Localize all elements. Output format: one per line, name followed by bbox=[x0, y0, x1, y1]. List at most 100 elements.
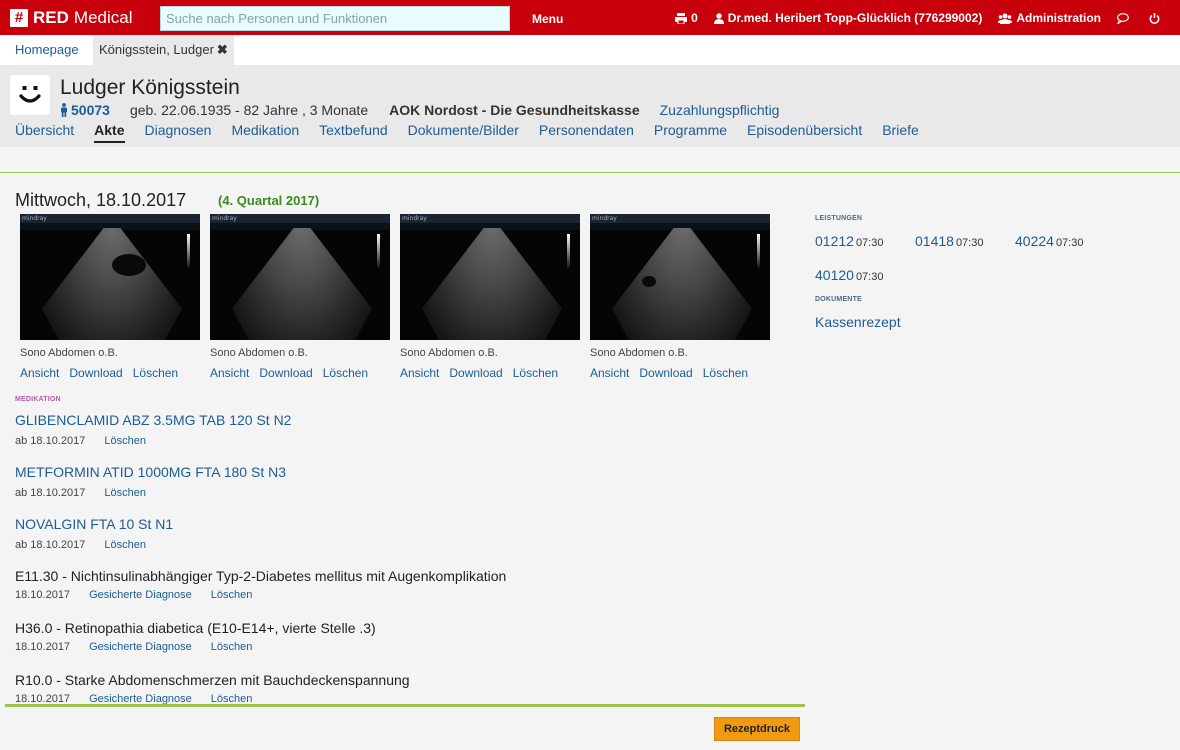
view-link[interactable]: Ansicht bbox=[210, 366, 249, 380]
view-link[interactable]: Ansicht bbox=[400, 366, 439, 380]
smiley-icon bbox=[19, 86, 41, 103]
ultrasound-image[interactable]: mindray bbox=[400, 214, 580, 340]
tab-homepage[interactable]: Homepage bbox=[9, 35, 85, 65]
image-card: mindray Sono Abdomen o.B. Ansicht Downlo… bbox=[210, 214, 390, 380]
image-card: mindray Sono Abdomen o.B. Ansicht Downlo… bbox=[400, 214, 580, 380]
search-input[interactable] bbox=[160, 6, 510, 31]
chat-icon bbox=[1117, 12, 1129, 24]
diagnosis-date: 18.10.2017 bbox=[15, 589, 71, 601]
user-icon bbox=[713, 12, 724, 24]
delete-link[interactable]: Löschen bbox=[104, 435, 146, 447]
logout-button[interactable] bbox=[1149, 12, 1164, 24]
view-link[interactable]: Ansicht bbox=[590, 366, 629, 380]
download-link[interactable]: Download bbox=[259, 366, 312, 380]
record-quarter: (4. Quartal 2017) bbox=[218, 193, 320, 208]
print-icon bbox=[675, 12, 688, 24]
tab-episodenuebersicht[interactable]: Episodenübersicht bbox=[747, 122, 862, 143]
person-icon bbox=[61, 103, 67, 117]
delete-link[interactable]: Löschen bbox=[323, 366, 368, 380]
copay-status-link[interactable]: Zuzahlungspflichtig bbox=[660, 102, 780, 118]
medication-name[interactable]: GLIBENCLAMID ABZ 3.5MG TAB 120 St N2 bbox=[15, 412, 291, 428]
patient-header: Ludger Königsstein 50073 geb. 22.06.1935… bbox=[0, 65, 1180, 147]
patient-name: Ludger Königsstein bbox=[60, 76, 240, 99]
image-caption: Sono Abdomen o.B. bbox=[20, 347, 118, 359]
tab-diagnosen[interactable]: Diagnosen bbox=[145, 122, 212, 143]
service-time: 07:30 bbox=[855, 237, 884, 249]
tab-uebersicht[interactable]: Übersicht bbox=[15, 122, 74, 143]
record-date: Mittwoch, 18.10.2017 bbox=[15, 190, 187, 210]
close-icon[interactable]: ✖ bbox=[217, 42, 228, 57]
view-link[interactable]: Ansicht bbox=[20, 366, 59, 380]
medication-since: ab 18.10.2017 bbox=[15, 487, 86, 499]
service-time: 07:30 bbox=[1055, 237, 1084, 249]
medication-since: ab 18.10.2017 bbox=[15, 539, 86, 551]
medication-name[interactable]: METFORMIN ATID 1000MG FTA 180 St N3 bbox=[15, 464, 286, 480]
patient-insurance: AOK Nordost - Die Gesundheitskasse bbox=[389, 102, 640, 118]
tab-medikation[interactable]: Medikation bbox=[231, 122, 299, 143]
menu-button[interactable]: Menu bbox=[532, 12, 563, 26]
service-entry[interactable]: 40224 07:30 bbox=[1015, 233, 1083, 249]
tab-textbefund[interactable]: Textbefund bbox=[319, 122, 388, 143]
download-link[interactable]: Download bbox=[449, 366, 502, 380]
breadcrumb: Homepage Königsstein, Ludger ✖ bbox=[0, 35, 1180, 65]
app-logo[interactable]: # RED Medical bbox=[10, 8, 133, 28]
medication-since: ab 18.10.2017 bbox=[15, 435, 86, 447]
rezeptdruck-button[interactable]: Rezeptdruck bbox=[714, 717, 800, 741]
delete-link[interactable]: Löschen bbox=[703, 366, 748, 380]
service-entry[interactable]: 01418 07:30 bbox=[915, 233, 983, 249]
service-code: 01212 bbox=[815, 233, 854, 249]
download-link[interactable]: Download bbox=[69, 366, 122, 380]
top-bar: # RED Medical Menu 0 Dr.med. Heribert To… bbox=[0, 0, 1180, 35]
diagnosis-entry: H36.0 - Retinopathia diabetica (E10-E14+… bbox=[15, 620, 376, 653]
avatar bbox=[10, 75, 50, 115]
image-caption: Sono Abdomen o.B. bbox=[210, 347, 308, 359]
chat-button[interactable] bbox=[1117, 12, 1133, 24]
document-link[interactable]: Kassenrezept bbox=[815, 314, 901, 330]
service-time: 07:30 bbox=[855, 271, 884, 283]
service-entry[interactable]: 40120 07:30 bbox=[815, 267, 883, 283]
delete-link[interactable]: Löschen bbox=[513, 366, 558, 380]
patient-nav: Übersicht Akte Diagnosen Medikation Text… bbox=[15, 122, 939, 143]
print-queue-button[interactable]: 0 bbox=[675, 11, 698, 25]
administration-menu[interactable]: Administration bbox=[998, 11, 1101, 25]
tab-programme[interactable]: Programme bbox=[654, 122, 727, 143]
admin-label: Administration bbox=[1016, 11, 1101, 25]
tab-patient-label: Königsstein, Ludger bbox=[99, 42, 214, 57]
tab-briefe[interactable]: Briefe bbox=[882, 122, 919, 143]
diagnosis-status-link[interactable]: Gesicherte Diagnose bbox=[89, 641, 192, 653]
diagnosis-status-link[interactable]: Gesicherte Diagnose bbox=[89, 589, 192, 601]
patient-id[interactable]: 50073 bbox=[71, 102, 110, 118]
diagnosis-date: 18.10.2017 bbox=[15, 641, 71, 653]
leistungen-section-label: Leistungen bbox=[815, 215, 863, 222]
ultrasound-image[interactable]: mindray bbox=[590, 214, 770, 340]
divider bbox=[5, 704, 805, 707]
delete-link[interactable]: Löschen bbox=[104, 487, 146, 499]
tab-patient[interactable]: Königsstein, Ludger ✖ bbox=[93, 35, 234, 65]
ultrasound-image[interactable]: mindray bbox=[210, 214, 390, 340]
delete-link[interactable]: Löschen bbox=[211, 641, 253, 653]
service-time: 07:30 bbox=[955, 237, 984, 249]
medication-section-label: Medikation bbox=[15, 396, 61, 403]
service-entry[interactable]: 01212 07:30 bbox=[815, 233, 883, 249]
delete-link[interactable]: Löschen bbox=[104, 539, 146, 551]
divider bbox=[0, 172, 1180, 173]
hash-logo-icon: # bbox=[10, 9, 28, 27]
medication-entry: NOVALGIN FTA 10 St N1 ab 18.10.2017 Lösch… bbox=[15, 516, 173, 551]
print-count: 0 bbox=[691, 11, 698, 25]
diagnosis-text: E11.30 - Nichtinsulinabhängiger Typ-2-Di… bbox=[15, 568, 507, 584]
tab-personendaten[interactable]: Personendaten bbox=[539, 122, 634, 143]
delete-link[interactable]: Löschen bbox=[133, 366, 178, 380]
image-card: mindray Sono Abdomen o.B. Ansicht Downlo… bbox=[590, 214, 770, 380]
tab-akte[interactable]: Akte bbox=[94, 122, 125, 143]
image-caption: Sono Abdomen o.B. bbox=[590, 347, 688, 359]
diagnosis-text: H36.0 - Retinopathia diabetica (E10-E14+… bbox=[15, 620, 376, 636]
ultrasound-image[interactable]: mindray bbox=[20, 214, 200, 340]
medication-name[interactable]: NOVALGIN FTA 10 St N1 bbox=[15, 516, 173, 532]
diagnosis-entry: E11.30 - Nichtinsulinabhängiger Typ-2-Di… bbox=[15, 568, 506, 601]
service-code: 01418 bbox=[915, 233, 954, 249]
user-menu[interactable]: Dr.med. Heribert Topp-Glücklich (7762990… bbox=[713, 11, 982, 25]
delete-link[interactable]: Löschen bbox=[211, 589, 253, 601]
tab-dokumente-bilder[interactable]: Dokumente/Bilder bbox=[408, 122, 519, 143]
dokumente-section-label: Dokumente bbox=[815, 296, 862, 303]
download-link[interactable]: Download bbox=[639, 366, 692, 380]
